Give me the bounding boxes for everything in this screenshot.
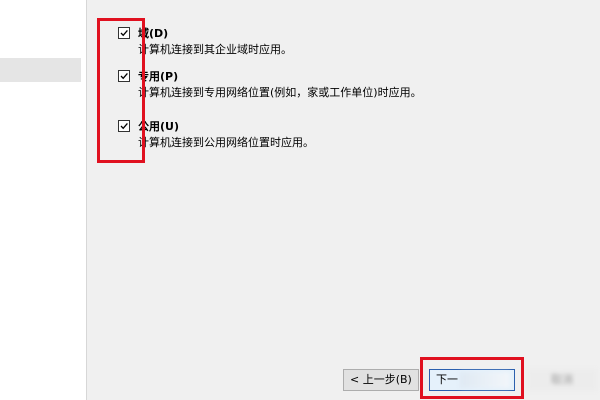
back-button[interactable]: < 上一步(B) (343, 369, 419, 391)
domain-description: 计算机连接到其企业域时应用。 (138, 43, 292, 56)
public-description: 计算机连接到公用网络位置时应用。 (138, 136, 314, 149)
cancel-button-label: 取消 (551, 373, 573, 386)
main-panel (87, 0, 600, 400)
sidebar-selected-step[interactable] (0, 58, 81, 82)
checkbox-highlight-box (97, 18, 145, 163)
wizard-steps-sidebar (0, 0, 87, 400)
cancel-button[interactable]: 取消 (527, 369, 597, 391)
private-description: 计算机连接到专用网络位置(例如，家或工作单位)时应用。 (138, 86, 422, 99)
next-button-highlight-box (420, 357, 524, 399)
